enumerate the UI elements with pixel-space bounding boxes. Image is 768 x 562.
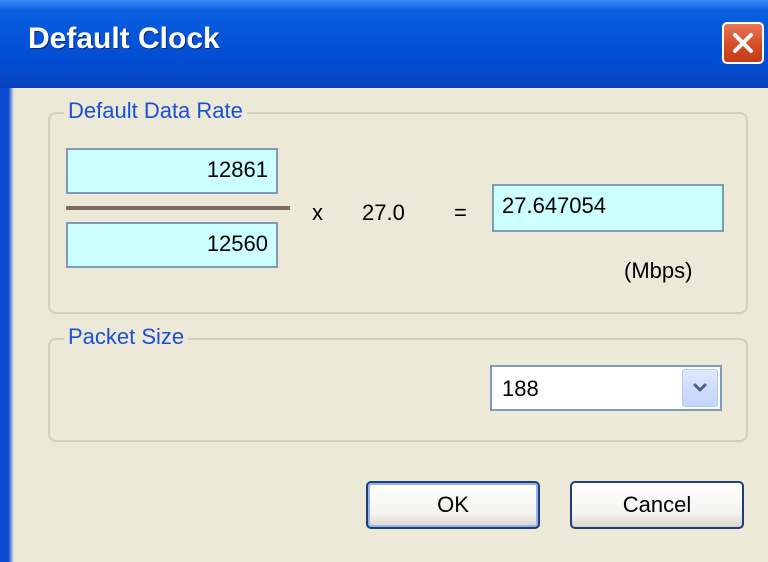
close-x-icon <box>733 33 753 53</box>
packet-size-legend: Packet Size <box>64 324 189 350</box>
packet-size-select[interactable]: 188 <box>490 365 722 411</box>
numerator-input[interactable]: 12861 <box>66 148 278 194</box>
data-rate-result-field[interactable]: 27.647054 <box>492 184 724 232</box>
data-rate-legend: Default Data Rate <box>64 98 247 124</box>
chevron-down-icon <box>693 383 707 392</box>
dropdown-button[interactable] <box>682 369 718 407</box>
title-bar[interactable]: Default Clock <box>0 0 768 88</box>
close-button[interactable] <box>722 22 764 64</box>
window-title: Default Clock <box>28 22 220 55</box>
denominator-input[interactable]: 12560 <box>66 222 278 268</box>
fraction-divider <box>66 206 290 210</box>
default-clock-dialog: Default Clock Default Data Rate 12861 12… <box>0 0 768 562</box>
multiply-sign: x <box>312 200 323 225</box>
cancel-button[interactable]: Cancel <box>570 481 744 529</box>
packet-size-value: 188 <box>502 376 539 401</box>
multiplier-value: 27.0 <box>362 200 405 225</box>
window-frame-left <box>0 88 14 562</box>
equals-sign: = <box>454 200 467 225</box>
unit-label: (Mbps) <box>624 258 693 283</box>
ok-button[interactable]: OK <box>366 481 540 529</box>
